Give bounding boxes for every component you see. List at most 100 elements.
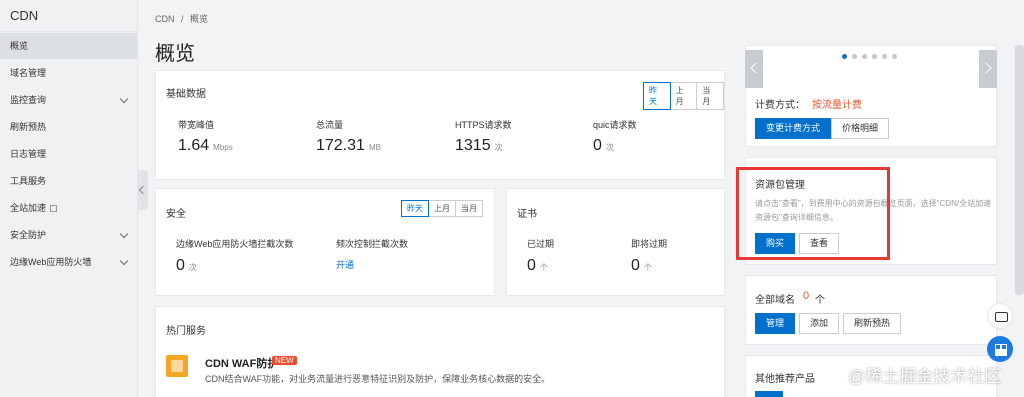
rate-limit-label: 频次控制拦截次数: [336, 239, 409, 249]
domain-count: 0: [803, 290, 810, 302]
total-traffic-label: 总流量: [316, 120, 344, 130]
breadcrumb-current: 概览: [190, 14, 209, 24]
basic-data-card: 基础数据 昨天 上月 当月 带宽峰值 1.64 Mbps 总流量 172.31 MB…: [155, 70, 725, 180]
expired-value: 0个: [527, 257, 548, 275]
metric-number: 1.64: [178, 137, 210, 154]
breadcrumb-separator: /: [181, 14, 184, 24]
waf-block-label: 边缘Web应用防火墙拦截次数: [176, 239, 294, 249]
certificate-card: 证书 已过期 0个 即将过期 0个: [506, 188, 725, 296]
metric-number: 1315: [455, 137, 491, 154]
metric-number: 0: [593, 137, 602, 154]
breadcrumb: CDN / 概览: [155, 12, 208, 25]
expiring-label: 即将过期: [631, 239, 668, 249]
sidebar-item-tools[interactable]: 工具服务: [0, 168, 137, 194]
chat-icon[interactable]: [987, 303, 1013, 329]
metric-unit: MB: [368, 143, 381, 152]
metric-unit: 个: [643, 263, 652, 272]
sidebar-item-label: 全站加速: [10, 203, 47, 213]
sidebar-item-monitoring[interactable]: 监控查询: [0, 87, 137, 113]
carousel-dots: [842, 54, 897, 59]
quic-requests-label: quic请求数: [593, 120, 637, 130]
manage-button[interactable]: 管理: [755, 313, 796, 334]
sidebar-item-security[interactable]: 安全防护: [0, 222, 137, 248]
page-scrollbar[interactable]: [1015, 45, 1024, 295]
sidebar-item-label: 边缘Web应用防火墙: [10, 257, 92, 267]
watermark: @稀土掘金技术社区: [848, 367, 1002, 386]
carousel-next-button[interactable]: [979, 50, 997, 88]
sidebar-item-label: 刷新预热: [10, 122, 47, 132]
page-title: 概览: [155, 43, 195, 65]
security-range-selector: 昨天 上月 当月: [401, 200, 483, 217]
range-last-month[interactable]: 上月: [670, 83, 698, 109]
sidebar-item-refresh-preload[interactable]: 刷新预热: [0, 114, 137, 140]
waf-block-value: 0次: [176, 257, 197, 275]
change-billing-button[interactable]: 变更计费方式: [755, 118, 832, 139]
security-title: 安全: [166, 209, 186, 220]
sidebar-item-label: 工具服务: [10, 176, 47, 186]
carousel-dot[interactable]: [882, 54, 887, 59]
billing-method-label: 计费方式：: [755, 100, 805, 111]
domains-card: [745, 275, 997, 345]
new-badge: NEW: [272, 356, 297, 365]
range-last-month[interactable]: 上月: [429, 201, 456, 216]
basic-data-range-selector: 昨天 上月 当月: [643, 82, 724, 110]
sidebar-item-label: 概览: [10, 41, 29, 51]
range-yesterday[interactable]: 昨天: [643, 82, 671, 110]
hot-services-title: 热门服务: [166, 326, 206, 337]
certificate-title: 证书: [517, 209, 537, 220]
enable-rate-limit-link[interactable]: 开通: [336, 258, 354, 271]
breadcrumb-root[interactable]: CDN: [155, 14, 175, 24]
external-link-icon: [50, 205, 58, 212]
chevron-down-icon: [119, 94, 129, 104]
expiring-value: 0个: [631, 257, 652, 275]
carousel-dot[interactable]: [852, 54, 857, 59]
metric-number: 172.31: [316, 137, 365, 154]
add-domain-button[interactable]: 添加: [799, 313, 840, 334]
range-this-month[interactable]: 当月: [456, 201, 482, 216]
metric-unit: 次: [188, 263, 197, 272]
metric-number: 0: [176, 257, 185, 274]
sidebar-item-label: 域名管理: [10, 68, 47, 78]
metric-unit: 次: [494, 143, 503, 152]
other-products-title: 其他推荐产品: [755, 374, 815, 385]
sidebar: CDN 概览 域名管理 监控查询 刷新预热 日志管理 工具服务 全站加速 安全防…: [0, 0, 138, 397]
sidebar-item-overview[interactable]: 概览: [0, 33, 137, 59]
sidebar-collapse-handle[interactable]: [138, 170, 148, 210]
service-name[interactable]: CDN WAF防护: [205, 355, 278, 371]
sidebar-item-label: 安全防护: [10, 230, 47, 240]
carousel-prev-button[interactable]: [745, 50, 763, 88]
sidebar-title: CDN: [0, 0, 137, 32]
sidebar-item-domain-management[interactable]: 域名管理: [0, 60, 137, 86]
price-detail-button[interactable]: 价格明细: [831, 118, 890, 139]
chevron-down-icon: [119, 256, 129, 266]
carousel-dot[interactable]: [862, 54, 867, 59]
sidebar-item-logs[interactable]: 日志管理: [0, 141, 137, 167]
bandwidth-peak-label: 带宽峰值: [178, 120, 215, 130]
other-products-button[interactable]: [755, 391, 783, 397]
sidebar-item-dcdn[interactable]: 全站加速: [0, 195, 137, 221]
range-yesterday[interactable]: 昨天: [401, 200, 429, 217]
billing-method-value: 按流量计费: [812, 100, 862, 111]
domain-count-unit: 个: [815, 295, 825, 306]
metric-number: 0: [631, 257, 640, 274]
refresh-preload-button[interactable]: 刷新预热: [843, 313, 902, 334]
https-requests-value: 1315 次: [455, 137, 503, 155]
metric-unit: 次: [605, 143, 614, 152]
security-card: 安全 昨天 上月 当月 边缘Web应用防火墙拦截次数 0次 频次控制拦截次数 开…: [155, 188, 495, 296]
carousel-dot[interactable]: [842, 54, 847, 59]
waf-box-icon: [166, 355, 188, 377]
metric-unit: Mbps: [213, 143, 233, 152]
service-description: CDN结合WAF功能，对业务流量进行恶意特征识别及防护，保障业务核心数据的安全。: [205, 374, 551, 384]
metric-unit: 个: [539, 263, 548, 272]
sidebar-item-label: 监控查询: [10, 95, 47, 105]
sidebar-item-edge-waf[interactable]: 边缘Web应用防火墙: [0, 249, 137, 275]
apps-grid-icon[interactable]: [987, 336, 1013, 362]
highlight-annotation-box: [736, 167, 890, 260]
chevron-down-icon: [119, 229, 129, 239]
all-domains-label: 全部域名: [755, 295, 795, 306]
carousel-dot[interactable]: [872, 54, 877, 59]
carousel-dot[interactable]: [892, 54, 897, 59]
range-this-month[interactable]: 当月: [697, 83, 724, 109]
basic-data-title: 基础数据: [166, 89, 206, 100]
https-requests-label: HTTPS请求数: [455, 120, 512, 130]
